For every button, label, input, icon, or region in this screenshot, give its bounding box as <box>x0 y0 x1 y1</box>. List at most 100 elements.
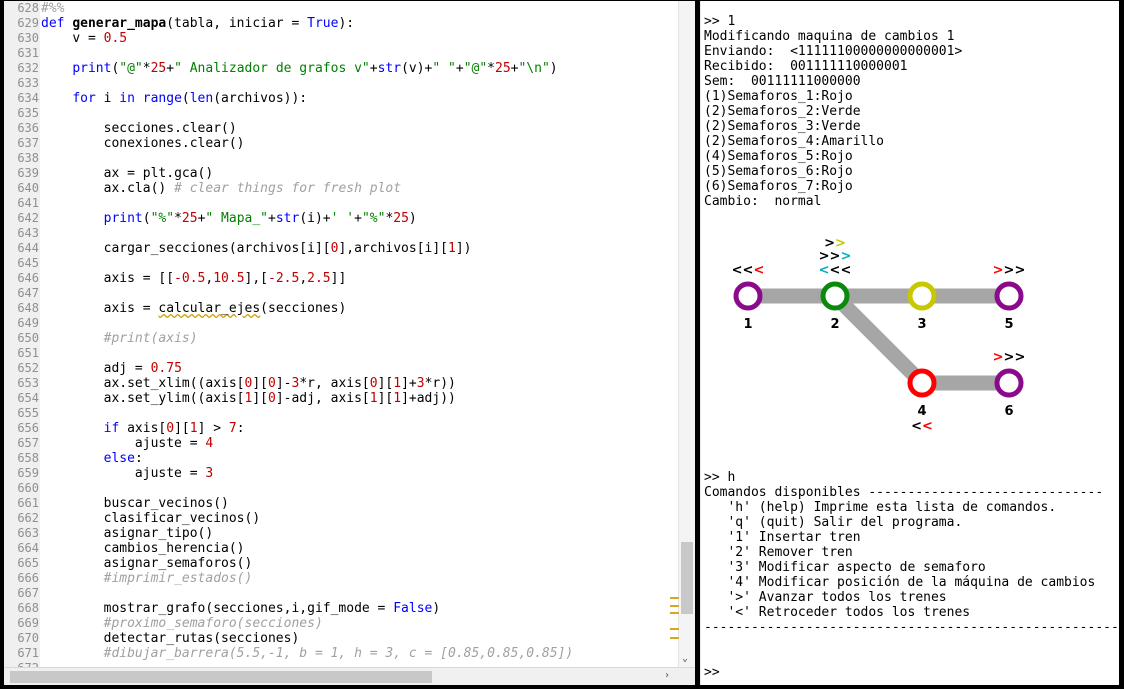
vertical-scrollbar[interactable] <box>678 1 695 667</box>
signal-arrow-glyph: > <box>1004 350 1015 365</box>
scroll-right-icon[interactable]: › <box>664 670 670 681</box>
code-token: 0.75 <box>150 361 182 376</box>
code-line[interactable]: conexiones.clear() <box>41 136 245 151</box>
scroll-down-icon[interactable]: ⌄ <box>682 653 688 665</box>
code-line[interactable]: ajuste = 4 <box>41 436 213 451</box>
code-line[interactable]: ax.set_ylim((axis[1][0]-adj, axis[1][1]+… <box>41 391 456 406</box>
line-number: 671 <box>17 646 39 660</box>
warning-marker[interactable] <box>670 597 679 599</box>
code-token: axis[ <box>119 421 167 436</box>
code-line[interactable]: ax.set_xlim((axis[0][0]-3*r, axis[0][1]+… <box>41 376 456 391</box>
signal-arrows: >>> <box>993 350 1026 365</box>
code-line[interactable]: #print(axis) <box>41 331 198 346</box>
code-token: *r)) <box>424 376 456 391</box>
line-number: 650 <box>17 331 39 345</box>
code-line[interactable]: buscar_vecinos() <box>41 496 229 511</box>
code-token: conexiones.clear() <box>103 136 245 151</box>
code-token: ajuste = <box>134 436 206 451</box>
signal-arrow-glyph: > <box>830 249 841 264</box>
code-line[interactable]: axis = calcular_ejes(secciones) <box>41 301 347 316</box>
signal-arrow-glyph: > <box>993 350 1004 365</box>
warning-marker[interactable] <box>670 628 679 630</box>
code-line[interactable]: mostrar_grafo(secciones,i,gif_mode = Fal… <box>41 601 441 616</box>
code-token: ][ <box>252 391 268 406</box>
code-token: in <box>119 91 135 106</box>
code-line[interactable]: print("@"*25+" Analizador de grafos v"+s… <box>41 61 557 76</box>
code-token: ],[ <box>244 271 269 286</box>
console-line: (5)Semaforos_6:Rojo <box>704 164 853 179</box>
code-token: ] > <box>197 421 229 436</box>
code-token: # clear things for fresh plot <box>174 181 402 196</box>
code-token: if <box>103 421 120 436</box>
code-token: (tabla, iniciar = <box>166 16 308 31</box>
code-token: "@" <box>119 61 143 76</box>
code-line[interactable]: ajuste = 3 <box>41 466 213 481</box>
code-line[interactable]: #imprimir_estados() <box>41 571 253 586</box>
code-line[interactable]: asignar_semaforos() <box>41 556 253 571</box>
line-number: 654 <box>17 391 39 405</box>
warning-marker[interactable] <box>670 637 679 639</box>
code-line[interactable]: adj = 0.75 <box>41 361 182 376</box>
console-line: Sem: 00111111000000 <box>704 74 861 89</box>
code-line[interactable]: #dibujar_barrera(5.5,-1, b = 1, h = 3, c… <box>41 646 574 661</box>
line-number: 658 <box>17 451 39 465</box>
code-token: (secciones) <box>260 301 347 316</box>
line-number: 662 <box>17 511 39 525</box>
code-line[interactable]: cargar_secciones(archivos[i][0],archivos… <box>41 241 472 256</box>
code-token: ]+adj)) <box>401 391 456 406</box>
signal-arrow-glyph: < <box>922 419 933 434</box>
code-line[interactable]: for i in range(len(archivos)): <box>41 91 307 106</box>
console-line: 'h' (help) Imprime esta lista de comando… <box>704 500 1057 515</box>
horizontal-scrollbar[interactable]: › <box>4 667 695 685</box>
code-line[interactable]: secciones.clear() <box>41 121 237 136</box>
code-line[interactable]: ax = plt.gca() <box>41 166 214 181</box>
code-line[interactable]: print("%"*25+" Mapa_"+str(i)+' '+"%"*25) <box>41 211 417 226</box>
code-token: ],archivos[i][ <box>338 241 449 256</box>
code-token: ][ <box>377 376 394 391</box>
code-line[interactable]: cambios_herencia() <box>41 541 245 556</box>
code-token: print <box>103 211 143 226</box>
signal-arrow-glyph: < <box>830 263 841 278</box>
code-line[interactable]: #%% <box>41 1 64 16</box>
code-line[interactable]: if axis[0][1] > 7: <box>41 421 245 436</box>
code-line[interactable]: asignar_tipo() <box>41 526 214 541</box>
vertical-scroll-thumb[interactable] <box>681 542 693 614</box>
code-token: def <box>41 16 73 31</box>
code-token: #print(axis) <box>103 331 198 346</box>
code-token: 1 <box>448 241 456 256</box>
code-line[interactable]: detectar_rutas(secciones) <box>41 631 300 646</box>
line-number: 642 <box>17 211 39 225</box>
horizontal-scroll-thumb[interactable] <box>10 671 432 683</box>
line-number: 651 <box>17 346 39 360</box>
code-line[interactable]: else: <box>41 451 143 466</box>
code-line[interactable]: #proximo_semaforo(secciones) <box>41 616 323 631</box>
node-label-1: 1 <box>743 317 752 332</box>
code-token: " Mapa_" <box>205 211 269 226</box>
track-node-4 <box>907 368 937 398</box>
code-token: axis = <box>103 301 159 316</box>
signal-arrow-glyph: > <box>840 249 851 264</box>
line-number: 646 <box>17 271 39 285</box>
console-line: >> 1 <box>704 14 736 29</box>
code-line[interactable]: def generar_mapa(tabla, iniciar = True): <box>41 16 354 31</box>
code-token: ]] <box>330 271 347 286</box>
code-line[interactable]: v = 0.5 <box>41 31 127 46</box>
code-token: ajuste = <box>134 466 206 481</box>
code-token: *r, axis[ <box>299 376 370 391</box>
console-prompt[interactable]: >> <box>704 665 720 680</box>
line-number: 669 <box>17 616 39 630</box>
warning-marker[interactable] <box>670 612 679 614</box>
line-number: 645 <box>17 256 39 270</box>
code-line[interactable]: ax.cla() # clear things for fresh plot <box>41 181 401 196</box>
track-graph: 1 2 3 54 6<<<>>>>><<< >>>>>><< <box>732 236 1026 434</box>
code-editor[interactable]: 628 629 630 631 632 633 634 635 636 637 638 639 640 6… <box>4 1 695 685</box>
line-number: 641 <box>17 196 39 210</box>
warning-marker[interactable] <box>670 605 679 607</box>
code-line[interactable]: axis = [[-0.5,10.5],[-2.5,2.5]] <box>41 271 347 286</box>
code-token: ): <box>338 16 355 31</box>
code-token: "%" <box>361 211 386 226</box>
code-token: buscar_vecinos() <box>103 496 229 511</box>
code-line[interactable]: clasificar_vecinos() <box>41 511 261 526</box>
console-panel[interactable]: >> 1 Modificando maquina de cambios 1 Envi… <box>700 1 1119 685</box>
